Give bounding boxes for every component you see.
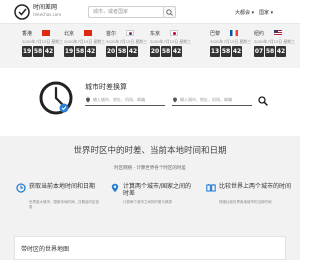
city-name: 北京	[64, 31, 75, 37]
world-map-card[interactable]: 带时区的世界地图	[14, 236, 286, 260]
feature-desc: 世界各大城市、国家本地时间、日期及时区信息	[29, 200, 99, 209]
site-logo-text[interactable]: 时间差网 timechas.com	[33, 4, 61, 18]
second-digits: 42	[44, 46, 54, 57]
minute-digits: 58	[221, 46, 231, 57]
from-city-input[interactable]: 输入城市、地址、机场、邮编	[85, 96, 165, 106]
flag-icon	[84, 30, 92, 36]
location-pin-icon	[173, 97, 177, 103]
search-icon	[166, 9, 173, 16]
region-dropdown[interactable]: 大都会 ▾	[235, 9, 254, 16]
hour-digits: 07	[254, 46, 264, 57]
city-clock[interactable]: 首尔 2020年7月15日 星期三 20 58 42	[106, 28, 147, 66]
top-bar: 时间差网 timechas.com 城市，或者国家 大都会 ▾ 国家 ▾	[0, 0, 300, 24]
second-digits: 42	[232, 46, 242, 57]
second-digits: 42	[86, 46, 96, 57]
city-name: 巴黎	[210, 31, 221, 37]
city-clock[interactable]: 北京 2020年7月15日 星期三 19 58 42	[64, 28, 105, 66]
flag-icon	[42, 30, 50, 36]
country-dropdown[interactable]: 国家 ▾	[259, 9, 273, 16]
city-name: 香港	[22, 31, 33, 37]
location-pin-icon	[86, 97, 90, 103]
feature-title: 比较世界上两个城市的时间	[219, 183, 292, 190]
search-button[interactable]	[164, 6, 176, 18]
minute-digits: 58	[33, 46, 43, 57]
city-name: 首尔	[106, 31, 117, 37]
city-date: 2020年7月15日 星期三	[22, 39, 63, 44]
hour-digits: 19	[22, 46, 32, 57]
second-digits: 42	[172, 46, 182, 57]
second-digits: 42	[128, 46, 138, 57]
location-pin-icon	[111, 183, 119, 193]
feature-desc: 快速比较世界各地城市的当前时间	[219, 200, 272, 204]
to-city-placeholder: 输入城市、地址、机场、邮编	[180, 97, 232, 102]
city-clock[interactable]: 巴黎 2020年7月15日 星期三 13 58 42	[210, 28, 251, 66]
clock-icon	[16, 183, 26, 193]
search-input[interactable]: 城市，或者国家	[88, 6, 164, 18]
map-card-title: 带时区的世界地图	[21, 246, 70, 253]
to-city-input[interactable]: 输入城市、地址、机场、邮编	[172, 96, 252, 106]
hour-digits: 20	[106, 46, 116, 57]
flag-icon	[230, 30, 238, 36]
city-date: 2020年7月15日 星期三	[106, 39, 147, 44]
city-clock[interactable]: 香港 2020年7月15日 星期三 19 58 42	[22, 28, 63, 66]
hour-digits: 19	[64, 46, 74, 57]
minute-digits: 58	[117, 46, 127, 57]
clock-logo-icon[interactable]	[14, 4, 30, 20]
from-city-placeholder: 输入城市、地址、机场、邮编	[93, 97, 145, 102]
city-date: 2020年7月15日 星期三	[64, 39, 105, 44]
city-date: 2020年7月15日 星期三	[254, 39, 295, 44]
page-subline: 时区网络 · 计算世界各个时区的时差	[114, 166, 186, 171]
feature-title: 计算两个城市/国家之间的时差	[123, 183, 192, 197]
logo-line1: 时间差网	[33, 4, 58, 11]
second-digits: 42	[276, 46, 286, 57]
city-clock[interactable]: 纽约 2020年7月15日 星期三 07 58 42	[254, 28, 295, 66]
page-headline: 世界时区中的时差、当前本地时间和日期	[73, 146, 227, 156]
city-clock[interactable]: 东京 2020年7月15日 星期三 20 58 42	[150, 28, 191, 66]
compare-icon	[206, 184, 216, 192]
hour-digits: 20	[150, 46, 160, 57]
minute-digits: 58	[265, 46, 275, 57]
logo-line2: timechas.com	[33, 12, 62, 17]
flag-icon	[274, 30, 282, 36]
city-date: 2020年7月15日 星期三	[150, 39, 191, 44]
feature-desc: 计算两个城市之间的时差与换算	[123, 200, 172, 204]
flag-icon	[170, 30, 178, 36]
converter-title: 城市时差换算	[85, 83, 127, 91]
search-icon[interactable]	[258, 96, 268, 106]
city-name: 纽约	[254, 31, 265, 37]
clock-icon	[39, 81, 73, 115]
minute-digits: 58	[75, 46, 85, 57]
hour-digits: 13	[210, 46, 220, 57]
city-date: 2020年7月15日 星期三	[210, 39, 251, 44]
flag-icon	[126, 30, 134, 36]
city-name: 东京	[150, 31, 161, 37]
minute-digits: 58	[161, 46, 171, 57]
feature-title: 获取当前本地时间和日期	[29, 183, 96, 190]
